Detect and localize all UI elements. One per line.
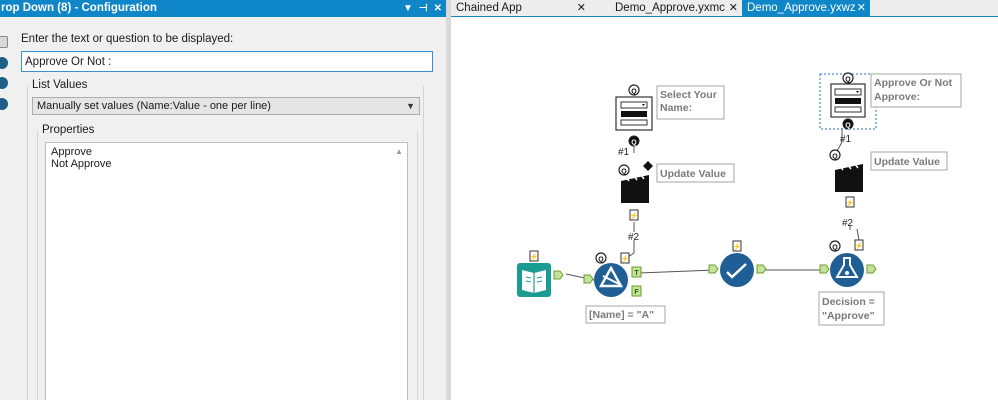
tab-chained-app[interactable]: Chained App Example.yxwz* ✕: [451, 0, 590, 30]
annotation-line: Update Value: [874, 156, 940, 168]
dropdown-list-icon: [621, 111, 647, 117]
connection-line: [638, 269, 716, 274]
annotation-decision: Decision = "Approve": [818, 291, 885, 326]
config-side-toolbar: [0, 17, 9, 400]
dropdown-list-icon: [620, 119, 648, 126]
connection-label: #1: [618, 147, 630, 158]
text-input-tool[interactable]: ⚡: [517, 250, 564, 297]
app-window: rop Down (8) - Configuration ▼ ⊣ ✕ Enter…: [0, 0, 998, 400]
list-values-group-border-right: [423, 86, 424, 400]
annotation-line: Approve:: [874, 91, 920, 103]
action-tool-left[interactable]: Q ⚡: [618, 161, 653, 221]
config-panel-title: rop Down (8) - Configuration ▼ ⊣ ✕: [0, 0, 446, 17]
list-values-select[interactable]: Manually set values (Name:Value - one pe…: [32, 97, 420, 115]
action-tool-icon[interactable]: [835, 170, 863, 192]
tab-label: Demo_Approve.yxmc: [615, 2, 725, 14]
input-anchor-icon[interactable]: [583, 274, 594, 284]
anchor-letter: Q: [598, 257, 604, 264]
tab-demo-approve-yxmc[interactable]: Demo_Approve.yxmc ✕: [590, 0, 742, 17]
anchor-letter: F: [634, 289, 639, 296]
connection-label: #1: [840, 134, 852, 145]
panel-dropdown-icon[interactable]: ▼: [403, 0, 413, 17]
properties-line: Not Approve: [51, 158, 112, 170]
config-panel-controls: ▼ ⊣ ✕: [403, 0, 442, 17]
annotation-line: Decision =: [822, 296, 875, 308]
connection-label: #2: [628, 232, 640, 243]
annotation-line: [Name] = "A": [589, 309, 654, 321]
properties-group-border-right: [417, 131, 418, 400]
connection-label: #2: [842, 218, 854, 229]
properties-label: Properties: [42, 124, 95, 136]
action-diamond-icon: [643, 161, 653, 171]
anchor-letter: ⚡: [630, 211, 639, 220]
tab-demo-approve-yxwz[interactable]: Demo_Approve.yxwz ✕: [742, 0, 870, 17]
dropdown-tool-right[interactable]: Q Q: [819, 72, 877, 130]
condition-tool-icon[interactable]: [720, 253, 754, 287]
anchor-letter: ⚡: [530, 252, 539, 261]
filter-tool[interactable]: Q ⚡ T F: [583, 252, 642, 297]
macro-output-tool[interactable]: Q ⚡: [819, 239, 877, 287]
close-icon[interactable]: ✕: [857, 0, 866, 16]
configuration-icon[interactable]: [0, 36, 8, 48]
close-icon[interactable]: ✕: [577, 0, 586, 16]
connection-line: [856, 228, 860, 241]
input-anchor-icon[interactable]: [819, 264, 830, 274]
output-anchor-icon[interactable]: [553, 270, 564, 280]
output-anchor-icon[interactable]: [866, 264, 877, 274]
properties-textarea[interactable]: Approve Not Approve ▲: [45, 142, 408, 400]
list-values-select-value: Manually set values (Name:Value - one pe…: [37, 100, 271, 112]
properties-group-border: [37, 131, 38, 400]
properties-line: Approve: [51, 146, 92, 158]
annotation-filter-expression: [Name] = "A": [585, 305, 666, 324]
anchor-letter: ⚡: [855, 241, 864, 250]
annotation-line: "Approve": [822, 310, 875, 322]
anchor-letter: Q: [832, 154, 838, 161]
anchor-letter: Q: [832, 245, 838, 252]
condition-tool[interactable]: ⚡: [708, 240, 767, 287]
annotation-select-name: Select Your Name:: [656, 85, 725, 120]
anchor-letter: Q: [845, 123, 851, 130]
list-values-label: List Values: [32, 79, 88, 91]
prompt-label: Enter the text or question to be display…: [21, 33, 234, 45]
flask-bubble: [845, 271, 849, 275]
annotation-line: Select Your: [660, 89, 717, 101]
annotation-approve-or-not: Approve Or Not Approve:: [870, 73, 962, 108]
annotation-line: Name:: [660, 102, 692, 114]
action-tool-right[interactable]: Q ⚡: [829, 149, 863, 208]
annotation-line: Approve Or Not: [874, 77, 953, 89]
anchor-letter: ⚡: [846, 198, 855, 207]
action-tool-icon[interactable]: [621, 181, 649, 203]
connections: [565, 128, 860, 281]
chevron-down-icon[interactable]: ▼: [406, 98, 415, 114]
list-values-group-border: [27, 86, 28, 400]
anchor-letter: T: [634, 270, 639, 277]
prompt-input[interactable]: [21, 51, 433, 72]
output-anchor-icon[interactable]: [756, 264, 767, 274]
dropdown-tool-left[interactable]: Q Q: [615, 84, 653, 147]
anchor-letter: Q: [631, 140, 637, 147]
workflow-canvas[interactable]: Q Q Select Your Name: #1 Q ⚡ Update Valu…: [451, 18, 998, 400]
config-panel-title-text: rop Down (8) - Configuration: [1, 2, 157, 14]
info-icon[interactable]: [0, 98, 8, 110]
connection-icon[interactable]: [0, 77, 8, 89]
anchor-letter: ⚡: [621, 254, 630, 263]
anchor-icon[interactable]: [0, 57, 8, 69]
anchor-letter: Q: [621, 169, 627, 176]
tab-label: Demo_Approve.yxwz: [747, 2, 856, 14]
annotation-update-value-left: Update Value: [656, 163, 735, 183]
scroll-up-icon[interactable]: ▲: [395, 146, 403, 158]
panel-close-icon[interactable]: ✕: [434, 0, 442, 17]
panel-pin-icon[interactable]: ⊣: [419, 0, 428, 17]
anchor-letter: Q: [631, 89, 637, 96]
input-anchor-icon[interactable]: [708, 264, 719, 274]
anchor-letter: ⚡: [733, 242, 742, 251]
annotation-update-value-right: Update Value: [870, 151, 948, 171]
document-tabs: Chained App Example.yxwz* ✕ Demo_Approve…: [451, 0, 998, 30]
dropdown-list-icon: [835, 98, 861, 104]
workflow-graph: Q Q Select Your Name: #1 Q ⚡ Update Valu…: [517, 72, 962, 326]
close-icon[interactable]: ✕: [729, 0, 738, 16]
anchor-letter: Q: [845, 77, 851, 84]
annotation-line: Update Value: [660, 168, 726, 180]
dropdown-list-icon: [834, 106, 862, 113]
